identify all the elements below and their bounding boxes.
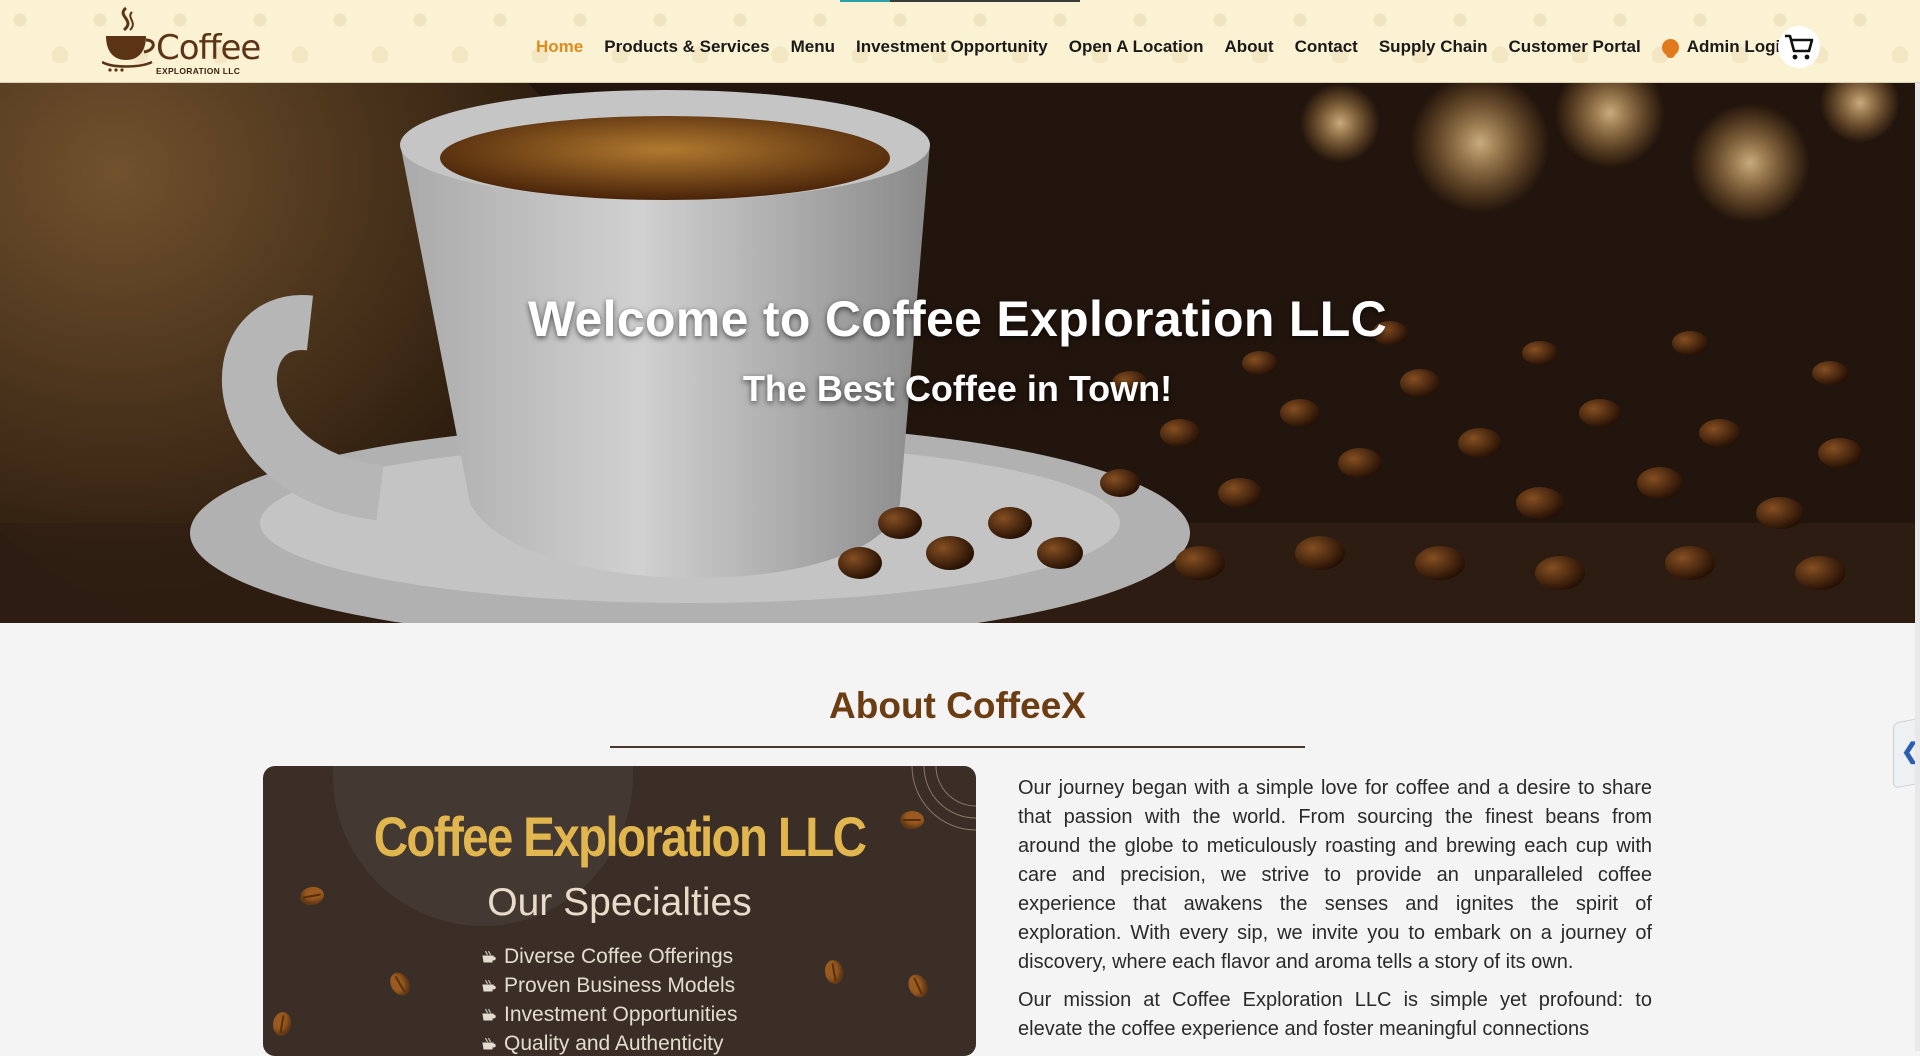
nav-item-about[interactable]: About [1224,36,1273,58]
scrollbar-track[interactable] [1915,0,1920,1051]
logo-subtitle: EXPLORATION LLC [156,66,241,76]
site-logo[interactable]: Coffee EXPLORATION LLC [102,6,262,76]
list-item: Proven Business Models [481,971,737,1000]
specialty-label: Diverse Coffee Offerings [504,945,734,968]
cart-button[interactable] [1778,26,1820,68]
coffee-bean-icon [823,958,845,986]
promo-subtitle: Our Specialties [487,881,752,924]
admin-login-label: Admin Login [1686,37,1791,56]
specialties-list: Diverse Coffee Offerings Proven Business… [481,942,737,1056]
list-item: Quality and Authenticity [481,1029,737,1056]
coffee-bean-icon [386,969,414,999]
specialty-label: Investment Opportunities [504,1003,738,1026]
header-accent-bar [840,0,1080,2]
hero-overlay [0,83,1915,623]
main-nav: Home Products & Services Menu Investment… [536,36,1791,58]
nav-item-customer-portal[interactable]: Customer Portal [1508,36,1640,58]
list-item: Diverse Coffee Offerings [481,942,737,971]
nav-item-products-services[interactable]: Products & Services [604,36,769,58]
about-heading: About CoffeeX [829,685,1086,726]
nav-item-supply-chain[interactable]: Supply Chain [1379,36,1488,58]
list-item: Investment Opportunities [481,1000,737,1029]
coffee-cup-icon [482,950,496,962]
nav-item-menu[interactable]: Menu [791,36,835,58]
promo-title: Coffee Exploration LLC [373,805,867,868]
coffee-cup-icon [482,979,496,991]
about-divider [610,746,1305,748]
specialty-label: Quality and Authenticity [504,1032,724,1055]
nav-item-investment-opportunity[interactable]: Investment Opportunity [856,36,1048,58]
nav-item-open-a-location[interactable]: Open A Location [1069,36,1204,58]
specialties-promo-image: Coffee Exploration LLC Our Specialties D… [263,766,976,1056]
hero-banner: Welcome to Coffee Exploration LLC The Be… [0,83,1915,623]
admin-login-link[interactable]: Admin Login [1661,36,1791,58]
hero-title: Welcome to Coffee Exploration LLC [527,291,1388,347]
coffee-bean-icon [904,971,932,1001]
logo-wordmark: Coffee [156,28,261,68]
about-paragraph: Our mission at Coffee Exploration LLC is… [1018,989,1652,1040]
about-body: Our journey began with a simple love for… [1018,774,1652,1053]
specialty-label: Proven Business Models [504,974,736,997]
site-header: Coffee EXPLORATION LLC Home Products & S… [0,0,1920,83]
coffee-cup-icon [482,1008,496,1020]
nav-item-home[interactable]: Home [536,36,583,58]
shopping-cart-icon [1785,34,1814,60]
nav-item-contact[interactable]: Contact [1295,36,1358,58]
coffee-cup-icon [482,1037,496,1049]
coffee-cup-logo-icon [102,6,155,72]
about-paragraph: Our journey began with a simple love for… [1018,777,1652,973]
user-icon [1661,38,1679,58]
hero-subtitle: The Best Coffee in Town! [742,368,1173,409]
coffee-bean-icon [271,1010,293,1038]
